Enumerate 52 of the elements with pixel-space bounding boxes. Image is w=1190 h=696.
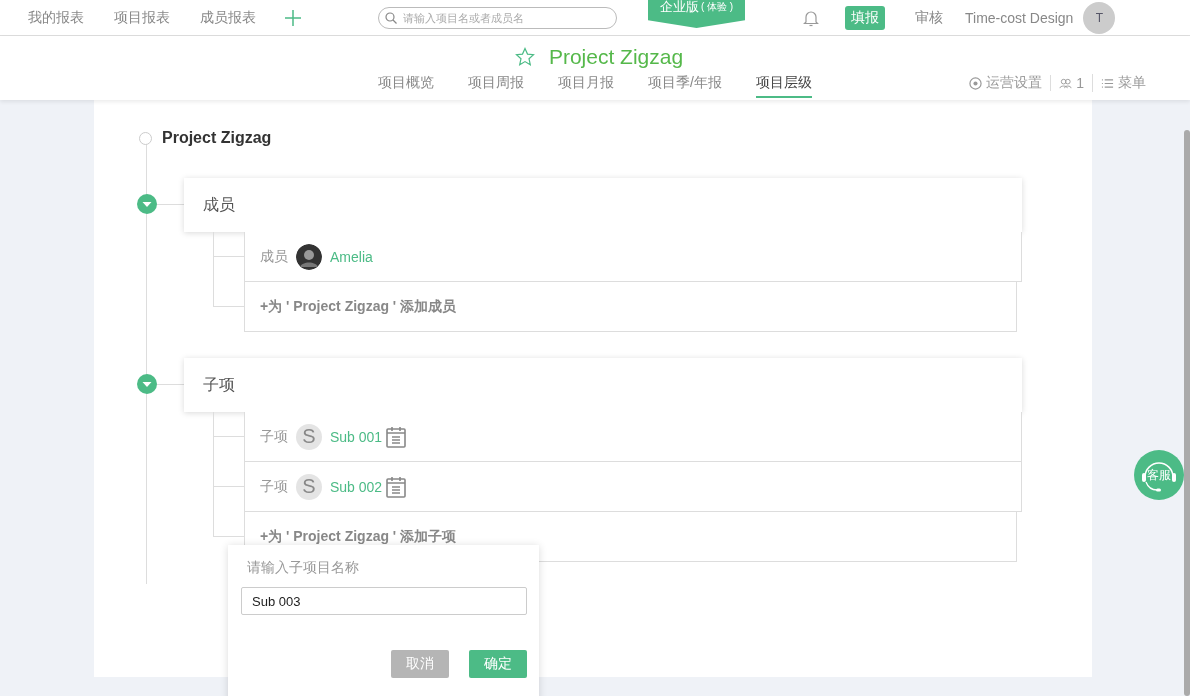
toolbar-link[interactable]: 运营设置 (986, 74, 1043, 92)
edition-note: ( 体验 ) (700, 0, 734, 14)
collapse-toggle-icon[interactable] (137, 374, 157, 394)
toolbar-link[interactable]: 菜单 (1118, 74, 1146, 92)
tab[interactable]: 项目周报 (468, 73, 524, 98)
tab[interactable]: 项目层级 (755, 73, 812, 98)
edition-badge[interactable]: 企业版( 体验 ) (648, 0, 745, 28)
calendar-icon[interactable] (386, 425, 407, 448)
nav-link[interactable]: 项目报表 (114, 8, 170, 27)
row-type-label: 成员 (260, 247, 288, 266)
menu-icon (1101, 76, 1114, 90)
input-field[interactable]: Sub 003 (241, 587, 527, 615)
tab[interactable]: 项目概览 (378, 73, 434, 98)
nav-link[interactable]: 成员报表 (200, 8, 256, 27)
confirm-button[interactable]: 确定 (469, 650, 527, 678)
action-tab[interactable]: 填报 (845, 5, 885, 30)
cancel-button[interactable]: 取消 (391, 650, 449, 678)
toolbar-link[interactable]: 1 (1076, 75, 1084, 91)
add-link[interactable]: +为 ' Project Zigzag ' 添加成员 (260, 297, 457, 316)
subproject-name[interactable]: Sub 002 (330, 478, 383, 495)
target-icon (969, 76, 983, 90)
plus-icon[interactable] (284, 8, 302, 27)
bell-icon[interactable] (803, 8, 819, 27)
user-name[interactable]: Time-cost Design (965, 9, 1074, 26)
root-node-icon (139, 131, 152, 145)
tab[interactable]: 项目月报 (558, 73, 614, 98)
search-field[interactable]: 请输入项目名或者成员名 (378, 6, 617, 29)
people-icon (1059, 76, 1073, 90)
scrollbar[interactable] (1184, 130, 1190, 696)
root-title: Project Zigzag (162, 129, 272, 147)
nav-link[interactable]: 我的报表 (28, 8, 84, 27)
user-avatar[interactable]: T (1083, 1, 1116, 34)
row-type-label: 子项 (260, 477, 288, 496)
star-icon[interactable] (514, 47, 535, 67)
initial-avatar: S (296, 473, 322, 500)
support-button[interactable]: 客服 (1134, 450, 1184, 500)
member-name[interactable]: Amelia (330, 248, 373, 265)
project-title: Project Zigzag (548, 45, 684, 69)
add-link[interactable]: +为 ' Project Zigzag ' 添加子项 (260, 527, 457, 546)
collapse-toggle-icon[interactable] (137, 194, 157, 214)
edition-label: 企业版 (659, 0, 699, 16)
subproject-name[interactable]: Sub 001 (330, 428, 383, 445)
row-type-label: 子项 (260, 427, 288, 446)
initial-avatar: S (296, 423, 322, 450)
section-header[interactable]: 成员 (184, 178, 1022, 232)
tab[interactable]: 项目季/年报 (648, 73, 722, 98)
action-tab[interactable]: 审核 (909, 5, 949, 30)
calendar-icon[interactable] (386, 475, 407, 498)
avatar (296, 243, 322, 270)
dialog-label: 请输入子项目名称 (246, 559, 360, 577)
search-icon (385, 11, 397, 24)
section-header[interactable]: 子项 (184, 358, 1022, 412)
